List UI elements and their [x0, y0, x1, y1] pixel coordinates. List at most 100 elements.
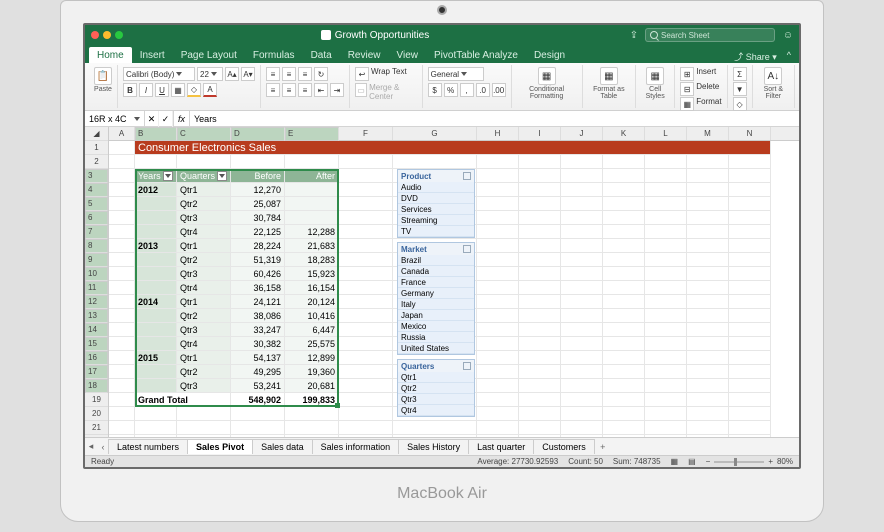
- cell[interactable]: [561, 211, 603, 225]
- filter-dropdown-icon[interactable]: [217, 171, 227, 181]
- row-header-7[interactable]: 7: [85, 225, 108, 239]
- zoom-control[interactable]: −+ 80%: [706, 457, 793, 466]
- cell[interactable]: [135, 365, 177, 379]
- cell[interactable]: [561, 351, 603, 365]
- cell[interactable]: [135, 197, 177, 211]
- cell[interactable]: [339, 309, 393, 323]
- cell[interactable]: [603, 211, 645, 225]
- cell[interactable]: [603, 407, 645, 421]
- cell[interactable]: [519, 407, 561, 421]
- cell[interactable]: [519, 155, 561, 169]
- cell[interactable]: [477, 155, 519, 169]
- cell[interactable]: [109, 169, 135, 183]
- cell[interactable]: Qtr1: [177, 183, 231, 197]
- cell[interactable]: 199,833: [285, 393, 339, 407]
- percent-icon[interactable]: %: [444, 83, 458, 97]
- cell[interactable]: [603, 337, 645, 351]
- cell[interactable]: [645, 351, 687, 365]
- search-sheet-input[interactable]: Search Sheet: [645, 28, 775, 42]
- cell[interactable]: [519, 337, 561, 351]
- cell[interactable]: [729, 169, 771, 183]
- slicer-item[interactable]: Japan: [398, 310, 474, 321]
- cell[interactable]: [729, 351, 771, 365]
- slicer-clear-icon[interactable]: [463, 362, 471, 370]
- col-header-H[interactable]: H: [477, 127, 519, 140]
- delete-cells-button[interactable]: ⊟Delete: [680, 82, 719, 96]
- cell[interactable]: Qtr1: [177, 295, 231, 309]
- cell[interactable]: 18,283: [285, 253, 339, 267]
- cell[interactable]: [519, 295, 561, 309]
- cell[interactable]: [603, 323, 645, 337]
- cell[interactable]: [339, 155, 393, 169]
- cell[interactable]: Before: [231, 169, 285, 183]
- sheet-tab-sales-data[interactable]: Sales data: [252, 439, 313, 454]
- cell[interactable]: [135, 253, 177, 267]
- cell[interactable]: [109, 281, 135, 295]
- cell[interactable]: 20,681: [285, 379, 339, 393]
- cell[interactable]: [645, 225, 687, 239]
- cell[interactable]: [477, 295, 519, 309]
- minimize-window-icon[interactable]: [103, 31, 111, 39]
- cell[interactable]: 24,121: [231, 295, 285, 309]
- cell[interactable]: 36,158: [231, 281, 285, 295]
- italic-button[interactable]: I: [139, 83, 153, 97]
- cell[interactable]: [645, 197, 687, 211]
- cells-area[interactable]: Consumer Electronics SalesYearsQuartersB…: [109, 141, 799, 437]
- sheet-tab-last-quarter[interactable]: Last quarter: [468, 439, 534, 454]
- cell[interactable]: [339, 183, 393, 197]
- row-header-15[interactable]: 15: [85, 337, 108, 351]
- cell[interactable]: [645, 309, 687, 323]
- column-headers[interactable]: ABCDEFGHIJKLMN: [109, 127, 799, 141]
- cell[interactable]: [603, 281, 645, 295]
- fill-color-button[interactable]: ◇: [187, 83, 201, 97]
- cell[interactable]: [109, 141, 135, 155]
- row-header-4[interactable]: 4: [85, 183, 108, 197]
- col-header-J[interactable]: J: [561, 127, 603, 140]
- sheet-tab-sales-information[interactable]: Sales information: [312, 439, 400, 454]
- cell[interactable]: [477, 253, 519, 267]
- cell[interactable]: 25,087: [231, 197, 285, 211]
- cell[interactable]: [687, 183, 729, 197]
- cell[interactable]: 30,382: [231, 337, 285, 351]
- cell[interactable]: [687, 407, 729, 421]
- format-cells-button[interactable]: ▦Format: [680, 97, 721, 111]
- autosum-icon[interactable]: Σ: [733, 67, 747, 81]
- cell[interactable]: 49,295: [231, 365, 285, 379]
- cell[interactable]: [135, 407, 177, 421]
- cell[interactable]: Qtr4: [177, 337, 231, 351]
- cell[interactable]: [687, 197, 729, 211]
- slicer-clear-icon[interactable]: [463, 172, 471, 180]
- cell-styles-button[interactable]: ▦Cell Styles: [636, 65, 675, 108]
- cell[interactable]: [561, 281, 603, 295]
- cell[interactable]: [729, 295, 771, 309]
- cell[interactable]: [687, 281, 729, 295]
- cell[interactable]: 22,125: [231, 225, 285, 239]
- slicer-item[interactable]: Brazil: [398, 255, 474, 266]
- row-header-9[interactable]: 9: [85, 253, 108, 267]
- col-header-B[interactable]: B: [135, 127, 177, 141]
- cell[interactable]: [519, 183, 561, 197]
- slicer-item[interactable]: Qtr2: [398, 383, 474, 394]
- cell[interactable]: [603, 393, 645, 407]
- cell[interactable]: [109, 197, 135, 211]
- cell[interactable]: [339, 211, 393, 225]
- cell[interactable]: [135, 309, 177, 323]
- cell[interactable]: [729, 211, 771, 225]
- cell[interactable]: Consumer Electronics Sales: [135, 141, 771, 155]
- col-header-F[interactable]: F: [339, 127, 393, 140]
- cell[interactable]: [477, 169, 519, 183]
- cell[interactable]: [603, 225, 645, 239]
- cell[interactable]: Qtr3: [177, 267, 231, 281]
- cell[interactable]: [729, 421, 771, 435]
- cell[interactable]: 2015: [135, 351, 177, 365]
- cell[interactable]: [339, 421, 393, 435]
- cell[interactable]: [645, 169, 687, 183]
- name-box[interactable]: 16R x 4C: [85, 111, 145, 126]
- align-middle-icon[interactable]: ≡: [282, 67, 296, 81]
- cell[interactable]: 19,360: [285, 365, 339, 379]
- cell[interactable]: [603, 197, 645, 211]
- cell[interactable]: [109, 407, 135, 421]
- cell[interactable]: [109, 379, 135, 393]
- cell[interactable]: [687, 211, 729, 225]
- cell[interactable]: [477, 407, 519, 421]
